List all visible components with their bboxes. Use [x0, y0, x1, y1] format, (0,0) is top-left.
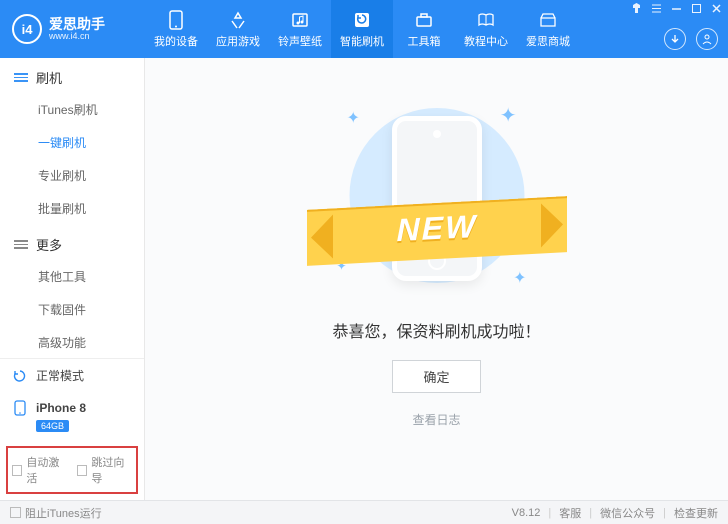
tab-toolbox[interactable]: 工具箱: [393, 0, 455, 58]
tab-label: 应用游戏: [216, 33, 260, 49]
brand-text: 爱思助手 www.i4.cn: [49, 17, 105, 41]
maximize-icon[interactable]: [691, 3, 702, 14]
success-message: 恭喜您，保资料刷机成功啦！: [332, 318, 540, 342]
mode-label: 正常模式: [36, 367, 84, 384]
mode-row[interactable]: 正常模式: [0, 359, 144, 392]
toolbox-icon: [415, 10, 433, 30]
book-icon: [477, 10, 495, 30]
sidebar-group-flash[interactable]: 刷机: [0, 58, 144, 93]
success-illustration: ✦ ✦ ✦ ✦ NEW: [317, 98, 557, 298]
tab-mall[interactable]: 爱思商城: [517, 0, 579, 58]
status-bar: 阻止iTunes运行 V8.12 | 客服 | 微信公众号 | 检查更新: [0, 500, 728, 524]
sidebar-item-pro-flash[interactable]: 专业刷机: [0, 159, 144, 192]
header-aux-buttons: [664, 28, 718, 50]
device-name: iPhone 8: [36, 401, 86, 415]
sidebar-group-label: 更多: [36, 235, 62, 254]
tab-device[interactable]: 我的设备: [145, 0, 207, 58]
body: 刷机 iTunes刷机 一键刷机 专业刷机 批量刷机 更多 其他工具 下载固件 …: [0, 58, 728, 500]
list-icon: [14, 240, 28, 249]
skin-icon[interactable]: [631, 3, 642, 14]
device-row[interactable]: iPhone 8 64GB: [0, 392, 144, 440]
checkbox-label: 自动激活: [26, 454, 67, 486]
auto-activate-checkbox[interactable]: 自动激活: [12, 454, 67, 486]
tab-flash[interactable]: 智能刷机: [331, 0, 393, 58]
sidebar-item-other-tools[interactable]: 其他工具: [0, 260, 144, 293]
sidebar-item-itunes-flash[interactable]: iTunes刷机: [0, 93, 144, 126]
version-label: V8.12: [512, 507, 541, 519]
sidebar-item-onekey-flash[interactable]: 一键刷机: [0, 126, 144, 159]
phone-icon: [169, 10, 183, 30]
phone-icon: [12, 400, 28, 416]
view-log-link[interactable]: 查看日志: [412, 411, 460, 428]
tab-label: 我的设备: [154, 33, 198, 49]
tab-tutorial[interactable]: 教程中心: [455, 0, 517, 58]
banner-text: NEW: [396, 208, 477, 249]
main-content: ✦ ✦ ✦ ✦ NEW 恭喜您，保资料刷机成功啦！ 确定 查看日志: [145, 58, 728, 500]
footer-link-wechat[interactable]: 微信公众号: [600, 505, 655, 521]
app-header: i4 爱思助手 www.i4.cn 我的设备 应用游戏 铃声壁纸: [0, 0, 728, 58]
checkbox-label: 阻止iTunes运行: [25, 505, 102, 521]
tab-label: 教程中心: [464, 33, 508, 49]
tab-label: 工具箱: [408, 33, 441, 49]
window-controls: [631, 3, 722, 14]
main-tabs: 我的设备 应用游戏 铃声壁纸 智能刷机 工具箱: [145, 0, 579, 58]
apps-icon: [229, 10, 247, 30]
checkbox-icon: [77, 465, 87, 476]
sidebar-item-download-fw[interactable]: 下载固件: [0, 293, 144, 326]
minimize-icon[interactable]: [671, 3, 682, 14]
brand-logo[interactable]: i4 爱思助手 www.i4.cn: [0, 14, 145, 44]
tab-label: 爱思商城: [526, 33, 570, 49]
tab-label: 智能刷机: [340, 33, 384, 49]
list-icon: [14, 73, 28, 82]
checkbox-label: 跳过向导: [91, 454, 132, 486]
footer-link-support[interactable]: 客服: [559, 505, 581, 521]
shop-icon: [539, 10, 557, 30]
refresh-icon: [353, 10, 371, 30]
refresh-icon: [12, 368, 28, 384]
footer-right: V8.12 | 客服 | 微信公众号 | 检查更新: [512, 505, 718, 521]
storage-badge: 64GB: [36, 420, 69, 432]
close-icon[interactable]: [711, 3, 722, 14]
block-itunes-checkbox[interactable]: 阻止iTunes运行: [10, 505, 102, 521]
menu-icon[interactable]: [651, 3, 662, 14]
sidebar-checkbox-group: 自动激活 跳过向导: [6, 446, 138, 494]
tab-ringtone[interactable]: 铃声壁纸: [269, 0, 331, 58]
sidebar-bottom: 正常模式 iPhone 8 64GB: [0, 358, 144, 440]
tab-games[interactable]: 应用游戏: [207, 0, 269, 58]
brand-name: 爱思助手: [49, 17, 105, 31]
skip-guide-checkbox[interactable]: 跳过向导: [77, 454, 132, 486]
checkbox-icon: [10, 507, 21, 518]
checkbox-icon: [12, 465, 22, 476]
sidebar-group-label: 刷机: [36, 68, 62, 87]
logo-icon: i4: [12, 14, 42, 44]
sidebar-group-more[interactable]: 更多: [0, 225, 144, 260]
sidebar-item-batch-flash[interactable]: 批量刷机: [0, 192, 144, 225]
footer-link-update[interactable]: 检查更新: [674, 505, 718, 521]
ok-button[interactable]: 确定: [392, 360, 480, 393]
download-button[interactable]: [664, 28, 686, 50]
user-button[interactable]: [696, 28, 718, 50]
sidebar: 刷机 iTunes刷机 一键刷机 专业刷机 批量刷机 更多 其他工具 下载固件 …: [0, 58, 145, 500]
brand-url: www.i4.cn: [49, 31, 105, 41]
sidebar-item-advanced[interactable]: 高级功能: [0, 326, 144, 358]
tab-label: 铃声壁纸: [278, 33, 322, 49]
music-icon: [291, 10, 309, 30]
